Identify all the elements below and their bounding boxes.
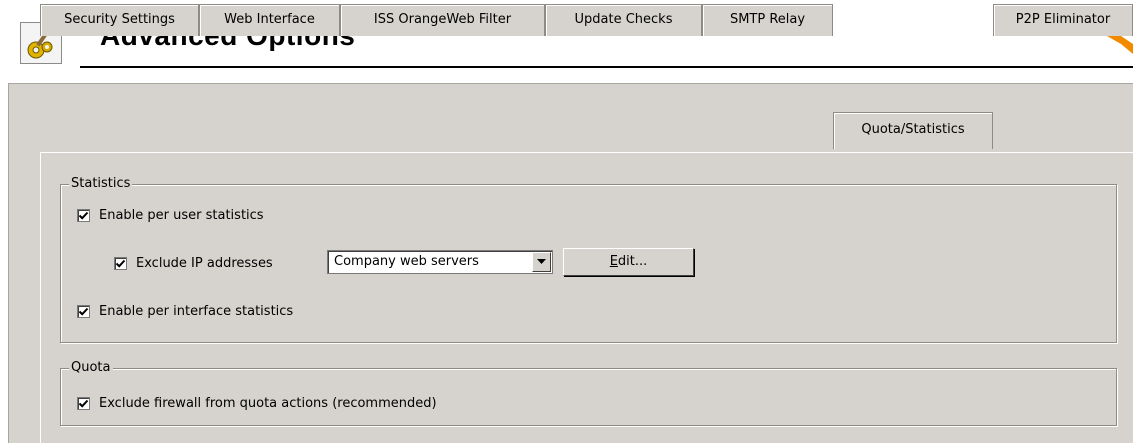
exclude-ip-label: Exclude IP addresses [136, 255, 273, 271]
tab-iss-orangeweb-filter[interactable]: ISS OrangeWeb Filter [340, 4, 545, 36]
tab-quota-statistics[interactable]: Quota/Statistics [833, 112, 993, 149]
edit-button-accesskey: E [609, 254, 618, 269]
tab-update-checks[interactable]: Update Checks [545, 4, 702, 36]
exclude-firewall-label: Exclude firewall from quota actions (rec… [99, 395, 437, 411]
exclude-ip-option[interactable]: Exclude IP addresses [114, 254, 273, 272]
exclude-firewall-option[interactable]: Exclude firewall from quota actions (rec… [77, 394, 437, 412]
per-user-statistics-label: Enable per user statistics [99, 207, 264, 223]
exclude-ip-select-value: Company web servers [334, 254, 479, 269]
tab-web-interface[interactable]: Web Interface [199, 4, 340, 36]
exclude-ip-select[interactable]: Company web servers [327, 250, 553, 274]
per-user-statistics-option[interactable]: Enable per user statistics [77, 206, 264, 224]
per-interface-statistics-checkbox[interactable] [77, 304, 90, 318]
per-interface-statistics-label: Enable per interface statistics [99, 303, 294, 319]
exclude-ip-checkbox[interactable] [114, 256, 127, 270]
tab-smtp-relay[interactable]: SMTP Relay [702, 4, 833, 36]
tab-security-settings[interactable]: Security Settings [40, 4, 199, 36]
header-divider [80, 66, 1133, 68]
per-interface-statistics-option[interactable]: Enable per interface statistics [77, 302, 293, 320]
tab-p2p-eliminator[interactable]: P2P Eliminator [993, 4, 1133, 36]
chevron-down-icon[interactable] [532, 252, 551, 272]
edit-button-label: dit... [617, 254, 648, 269]
exclude-firewall-checkbox[interactable] [77, 396, 90, 410]
statistics-group-label: Statistics [69, 176, 133, 192]
quota-group-label: Quota [69, 360, 113, 376]
edit-button[interactable]: Edit... [563, 248, 694, 276]
per-user-statistics-checkbox[interactable] [77, 208, 90, 222]
